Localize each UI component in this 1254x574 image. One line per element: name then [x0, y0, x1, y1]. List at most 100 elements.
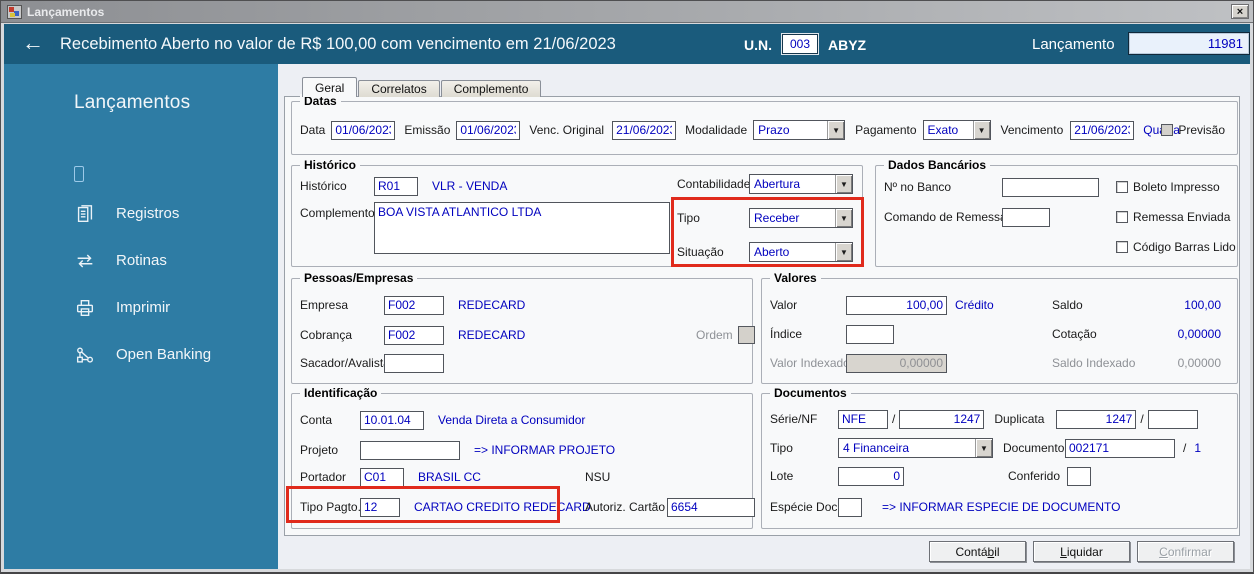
portador-input[interactable] [360, 467, 404, 487]
valor-input[interactable] [846, 295, 947, 315]
placeholder-glyph-icon[interactable] [74, 166, 84, 182]
contabilidade-value: Abertura [754, 177, 801, 191]
duplicata-label: Duplicata [994, 412, 1045, 426]
conta-desc: Venda Direta a Consumidor [438, 413, 586, 427]
lote-input[interactable] [838, 466, 904, 486]
tab-strip: Geral Correlatos Complemento [302, 77, 542, 97]
back-arrow-icon[interactable]: ← [22, 29, 44, 57]
situacao-select[interactable]: Aberto ▼ [749, 242, 853, 262]
portador-label: Portador [300, 470, 347, 484]
complemento-label: Complemento [300, 206, 375, 220]
group-pessoas-empresas: Pessoas/Empresas Empresa REDECARD Cobran… [291, 271, 755, 384]
lote-label: Lote [770, 469, 794, 483]
duplicata-input[interactable] [1056, 409, 1137, 429]
imprimir-icon [76, 299, 94, 316]
conferido-input[interactable] [1067, 466, 1091, 486]
historico-label: Histórico [300, 179, 347, 193]
tab-geral[interactable]: Geral [302, 77, 358, 97]
comando-remessa-input[interactable] [1002, 207, 1050, 227]
tab-correlatos[interactable]: Correlatos [358, 80, 440, 97]
projeto-hint: => INFORMAR PROJETO [474, 443, 616, 457]
contabilidade-select[interactable]: Abertura ▼ [749, 174, 853, 194]
sidebar-item-rotinas[interactable]: Rotinas [74, 237, 278, 284]
credito-text: Crédito [955, 298, 994, 312]
dropdown-arrow-icon[interactable]: ▼ [972, 121, 990, 139]
vencimento-input[interactable] [1070, 120, 1135, 140]
tipo-select[interactable]: Receber ▼ [749, 208, 853, 228]
situacao-label: Situação [677, 245, 724, 259]
previsao-checkbox[interactable] [1161, 124, 1174, 136]
slash-separator: / [892, 412, 896, 426]
documento-seq: 1 [1194, 441, 1202, 455]
sidebar-item-imprimir[interactable]: Imprimir [74, 284, 278, 331]
group-legend: Pessoas/Empresas [300, 271, 418, 285]
sidebar-item-label: Imprimir [116, 299, 171, 316]
window-body: Lançamentos Registros Rotinas Imprimir O… [4, 64, 1250, 569]
portador-desc: BRASIL CC [418, 470, 481, 484]
lancamento-label: Lançamento [1032, 36, 1115, 53]
ordem-box [738, 326, 755, 344]
data-input[interactable] [331, 120, 396, 140]
sidebar-item-registros[interactable]: Registros [74, 190, 278, 237]
n-banco-label: Nº no Banco [884, 180, 952, 194]
autoriz-cartao-input[interactable] [667, 497, 755, 517]
tab-complemento[interactable]: Complemento [440, 80, 542, 97]
contabil-button[interactable]: Contábil [929, 541, 1026, 562]
sidebar: Lançamentos Registros Rotinas Imprimir O… [4, 64, 278, 569]
sacador-avalista-input[interactable] [384, 353, 444, 373]
empresa-input[interactable] [384, 295, 444, 315]
group-legend: Identificação [300, 386, 382, 400]
vencimento-label: Vencimento [1000, 123, 1064, 137]
emissao-input[interactable] [456, 120, 521, 140]
modalidade-select[interactable]: Prazo ▼ [753, 120, 846, 140]
remessa-enviada-checkbox[interactable] [1116, 211, 1128, 223]
historico-code-input[interactable] [374, 176, 418, 196]
cobranca-desc: REDECARD [458, 328, 526, 342]
dropdown-arrow-icon[interactable]: ▼ [827, 121, 845, 139]
dropdown-arrow-icon[interactable]: ▼ [975, 439, 992, 457]
documento-label: Documento [1003, 441, 1065, 455]
slash-separator: / [1140, 412, 1144, 426]
boleto-impresso-checkbox[interactable] [1116, 181, 1128, 193]
data-label: Data [300, 123, 326, 137]
group-dados-bancarios: Dados Bancários Nº no Banco Comando de R… [875, 158, 1238, 267]
boleto-impresso-label: Boleto Impresso [1133, 180, 1220, 194]
valor-label: Valor [770, 298, 798, 312]
group-historico: Histórico Histórico VLR - VENDA Compleme… [291, 158, 863, 267]
close-button[interactable]: × [1231, 4, 1249, 19]
codigo-barras-row: Código Barras Lido [1116, 239, 1236, 255]
tab-page-geral: Datas Data Emissão Venc. Original Modali… [284, 94, 1240, 536]
indice-input[interactable] [846, 324, 894, 344]
dropdown-arrow-icon[interactable]: ▼ [835, 243, 852, 261]
sidebar-item-open-banking[interactable]: Open Banking [74, 331, 278, 378]
duplicata-seq-input[interactable] [1147, 409, 1198, 429]
conta-input[interactable] [360, 410, 424, 430]
especie-doc-input[interactable] [838, 497, 862, 517]
venc-original-label: Venc. Original [529, 123, 605, 137]
slash-separator: / [1183, 441, 1187, 455]
pagamento-label: Pagamento [855, 123, 917, 137]
tipo-pagto-input[interactable] [360, 497, 400, 517]
tipo-doc-label: Tipo [770, 441, 793, 455]
liquidar-button[interactable]: Liquidar [1033, 541, 1130, 562]
complemento-textarea[interactable]: BOA VISTA ATLANTICO LTDA [374, 202, 670, 254]
serie-input[interactable] [838, 409, 888, 429]
dropdown-arrow-icon[interactable]: ▼ [835, 175, 852, 193]
pagamento-select[interactable]: Exato ▼ [922, 120, 991, 140]
projeto-input[interactable] [360, 440, 460, 460]
documento-input[interactable] [1065, 438, 1175, 458]
group-legend: Documentos [770, 386, 851, 400]
n-banco-input[interactable] [1002, 177, 1099, 197]
codigo-barras-checkbox[interactable] [1116, 241, 1128, 253]
main-panel: Geral Correlatos Complemento Datas Data … [278, 64, 1250, 569]
cobranca-input[interactable] [384, 325, 444, 345]
nf-numero-input[interactable] [899, 409, 985, 429]
tipo-pagto-desc: CARTAO CREDITO REDECARD [414, 500, 591, 514]
cotacao-label: Cotação [1052, 327, 1097, 341]
lancamento-number-input[interactable] [1128, 32, 1250, 55]
sidebar-item-label: Rotinas [116, 252, 167, 269]
dropdown-arrow-icon[interactable]: ▼ [835, 209, 852, 227]
venc-original-input[interactable] [612, 120, 677, 140]
un-input[interactable] [782, 34, 818, 54]
tipo-doc-select[interactable]: 4 Financeira ▼ [838, 438, 993, 458]
